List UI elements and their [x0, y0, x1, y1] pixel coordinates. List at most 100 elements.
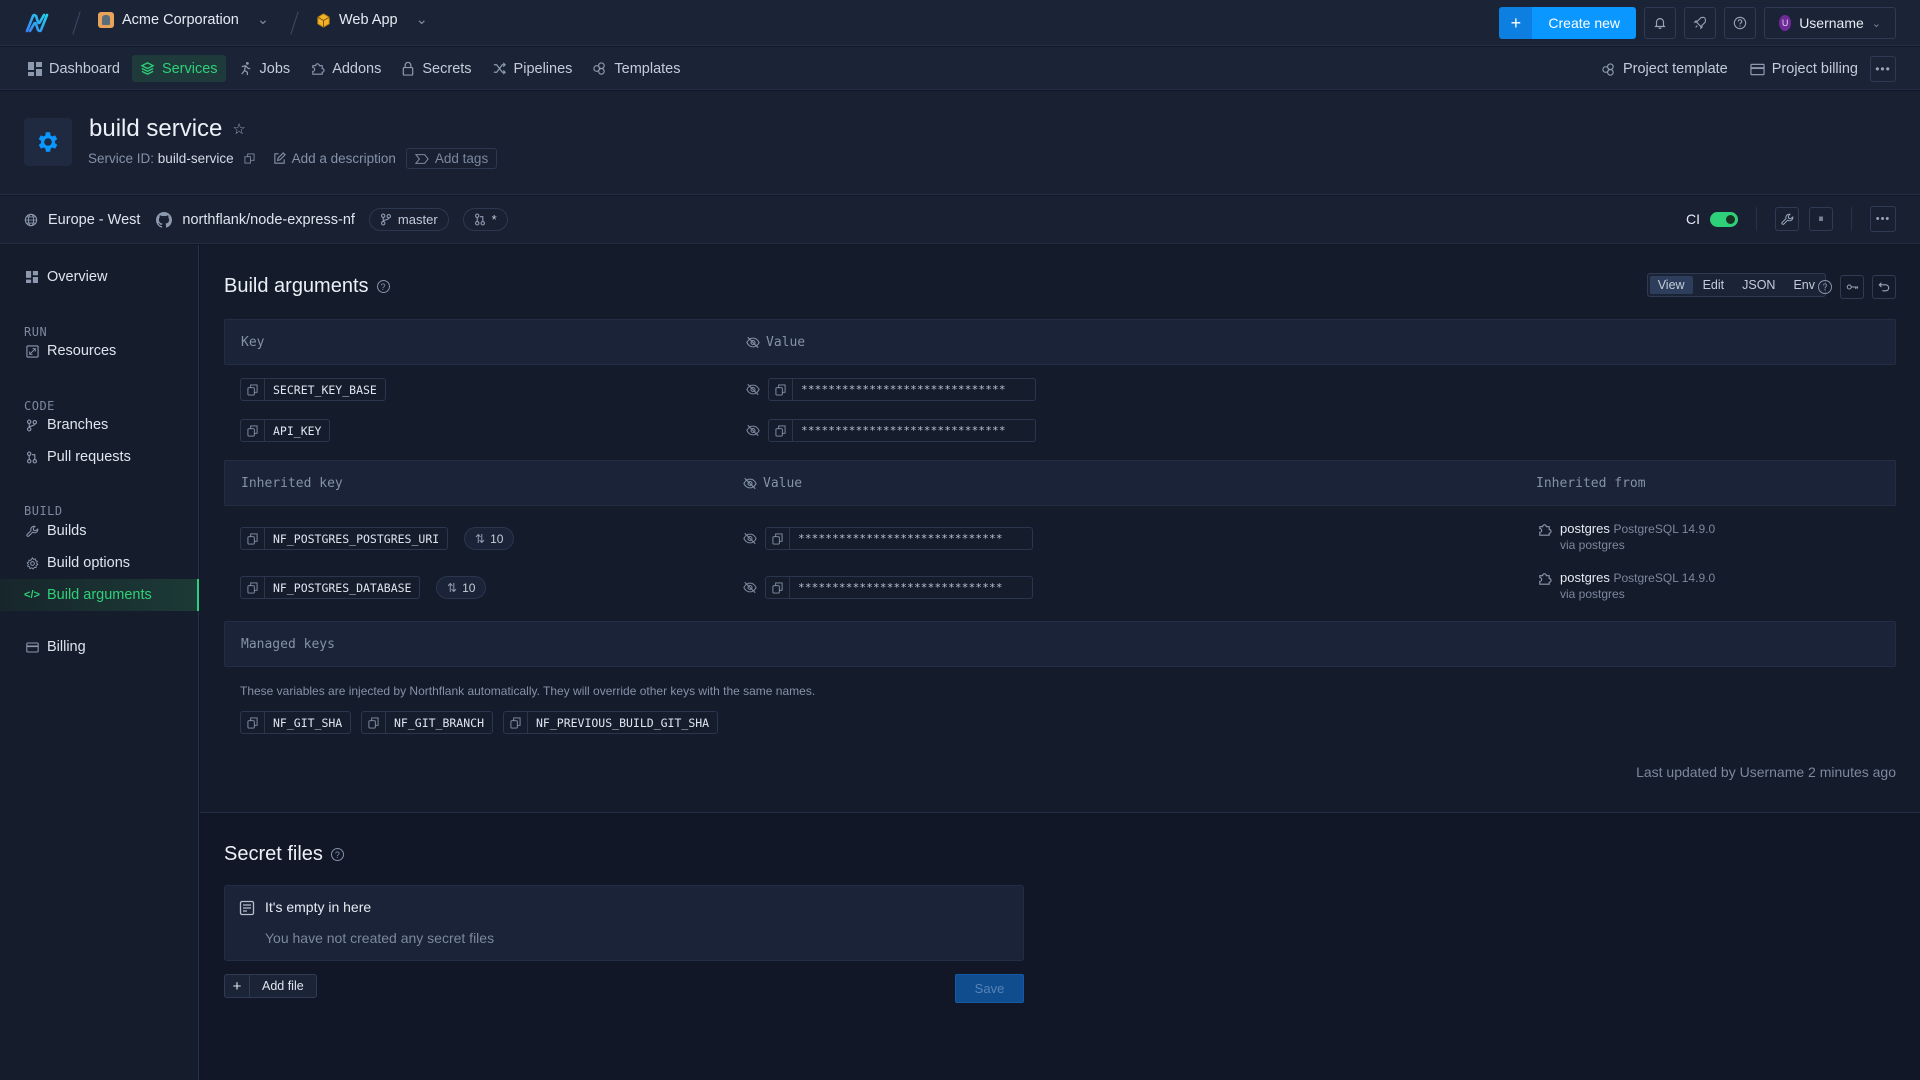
sidebar-item-branches[interactable]: Branches [0, 409, 199, 441]
avatar: U [1779, 15, 1792, 31]
chevron-down-icon: ⌄ [1871, 17, 1881, 30]
nav-templates-label: Templates [614, 60, 681, 77]
nav-templates[interactable]: Templates [584, 55, 688, 82]
sidebar-item-label: Build options [47, 555, 131, 571]
last-updated: Last updated by Username 2 minutes ago [1636, 764, 1896, 780]
service-more-button[interactable]: ••• [1870, 206, 1896, 232]
plus-icon: + [225, 975, 250, 997]
org-selector[interactable]: Acme Corporation ⌄ [98, 12, 269, 28]
eye-off-icon[interactable] [743, 581, 757, 594]
copy-icon[interactable] [241, 712, 265, 733]
ellipsis-icon: ••• [1875, 213, 1891, 225]
copy-icon[interactable] [769, 420, 793, 441]
copy-icon[interactable] [244, 153, 255, 164]
eye-off-icon[interactable] [743, 477, 757, 490]
pause-button[interactable]: ⏸ [1809, 207, 1833, 231]
nav-jobs[interactable]: Jobs [230, 55, 299, 82]
copy-icon[interactable] [241, 379, 265, 400]
add-description-button[interactable]: Add a description [273, 151, 396, 166]
sidebar-item-pull-requests[interactable]: Pull requests [0, 441, 199, 473]
sort-icon: ⇅ [447, 580, 458, 595]
nav-dashboard[interactable]: Dashboard [20, 55, 128, 82]
nav-services[interactable]: Services [131, 55, 226, 82]
pull-request-pill[interactable]: * [462, 208, 508, 231]
copy-icon[interactable] [766, 577, 790, 598]
help-icon[interactable]: ? [330, 848, 344, 861]
section-title: Secret files [224, 843, 323, 865]
copy-icon[interactable] [241, 577, 265, 598]
repository-link[interactable]: northflank/node-express-nf [182, 212, 355, 228]
lock-icon [403, 61, 414, 76]
copy-icon[interactable] [766, 528, 790, 549]
help-button[interactable] [1724, 7, 1756, 39]
help-icon[interactable]: ? [1818, 280, 1832, 294]
notifications-button[interactable] [1644, 7, 1676, 39]
sidebar-item-label: Resources [47, 343, 117, 359]
layers-icon [140, 62, 155, 75]
view-mode-view[interactable]: View [1649, 276, 1693, 294]
managed-key-chip: NF_PREVIOUS_BUILD_GIT_SHA [503, 711, 719, 734]
user-menu[interactable]: U Username ⌄ [1764, 7, 1896, 39]
addon-name: postgres [1560, 570, 1610, 585]
nav-addons[interactable]: Addons [302, 55, 389, 82]
undo-button[interactable] [1872, 275, 1896, 299]
inherited-source[interactable]: postgres PostgreSQL 14.9.0 via postgres [1560, 570, 1715, 601]
project-billing-link[interactable]: Project billing [1750, 61, 1858, 77]
eye-off-icon[interactable] [746, 336, 760, 349]
inherited-source[interactable]: postgres PostgreSQL 14.9.0 via postgres [1560, 521, 1715, 552]
sidebar-item-overview[interactable]: Overview [0, 261, 199, 293]
pull-request-icon [25, 450, 39, 464]
branch-name: master [397, 212, 438, 227]
nav-pipelines[interactable]: Pipelines [484, 55, 581, 82]
edit-icon [273, 152, 286, 164]
create-new-button[interactable]: + Create new [1499, 7, 1636, 39]
build-settings-button[interactable] [1775, 207, 1799, 231]
help-icon[interactable]: ? [376, 280, 390, 293]
copy-icon[interactable] [362, 712, 386, 733]
eye-off-icon[interactable] [746, 383, 760, 396]
gear-icon [38, 132, 58, 152]
project-billing-label: Project billing [1771, 61, 1858, 77]
project-name: Web App [339, 12, 398, 28]
sidebar-item-billing[interactable]: Billing [0, 631, 199, 663]
view-mode-json[interactable]: JSON [1734, 276, 1783, 294]
sidebar-item-builds[interactable]: Builds [0, 515, 199, 547]
save-button[interactable]: Save [955, 974, 1024, 1003]
column-header-inherited-key: Inherited key [241, 476, 343, 491]
ci-toggle[interactable] [1710, 211, 1738, 227]
project-selector[interactable]: Web App ⌄ [316, 12, 428, 28]
column-header-inherited-from: Inherited from [1536, 476, 1646, 491]
view-mode-edit[interactable]: Edit [1695, 276, 1733, 294]
managed-keys-header: Managed keys [224, 621, 1896, 667]
breadcrumb-separator [290, 11, 299, 35]
sidebar-item-label: Pull requests [47, 449, 131, 465]
nav-secrets[interactable]: Secrets [393, 55, 479, 82]
star-icon[interactable]: ☆ [232, 120, 245, 138]
key-name: NF_POSTGRES_POSTGRES_URI [273, 531, 440, 546]
add-file-button[interactable]: + Add file [224, 974, 317, 998]
northflank-logo[interactable] [24, 12, 50, 34]
priority-badge: ⇅ 10 [436, 576, 487, 599]
sidebar-item-resources[interactable]: Resources [0, 335, 199, 367]
copy-icon[interactable] [241, 528, 265, 549]
more-options-button[interactable]: ••• [1870, 56, 1896, 82]
priority-value: 10 [462, 580, 476, 595]
project-template-link[interactable]: Project template [1601, 61, 1728, 77]
deploy-button[interactable] [1684, 7, 1716, 39]
eye-off-icon[interactable] [743, 532, 757, 545]
git-branch-icon [25, 418, 39, 432]
service-id: Service ID: build-service [88, 151, 234, 166]
add-tags-button[interactable]: Add tags [405, 148, 498, 169]
copy-icon[interactable] [504, 712, 528, 733]
branch-pill[interactable]: master [368, 208, 449, 231]
show-keys-button[interactable] [1840, 275, 1864, 299]
key-chip: NF_POSTGRES_DATABASE [240, 576, 421, 599]
top-bar: Acme Corporation ⌄ Web App ⌄ + Create ne… [0, 0, 1920, 46]
eye-off-icon[interactable] [746, 424, 760, 437]
sidebar-item-build-arguments[interactable]: </> Build arguments [0, 579, 199, 611]
copy-icon[interactable] [769, 379, 793, 400]
empty-state: It's empty in here You have not created … [224, 885, 1024, 961]
sidebar-item-build-options[interactable]: Build options [0, 547, 199, 579]
running-icon [240, 61, 250, 76]
copy-icon[interactable] [241, 420, 265, 441]
